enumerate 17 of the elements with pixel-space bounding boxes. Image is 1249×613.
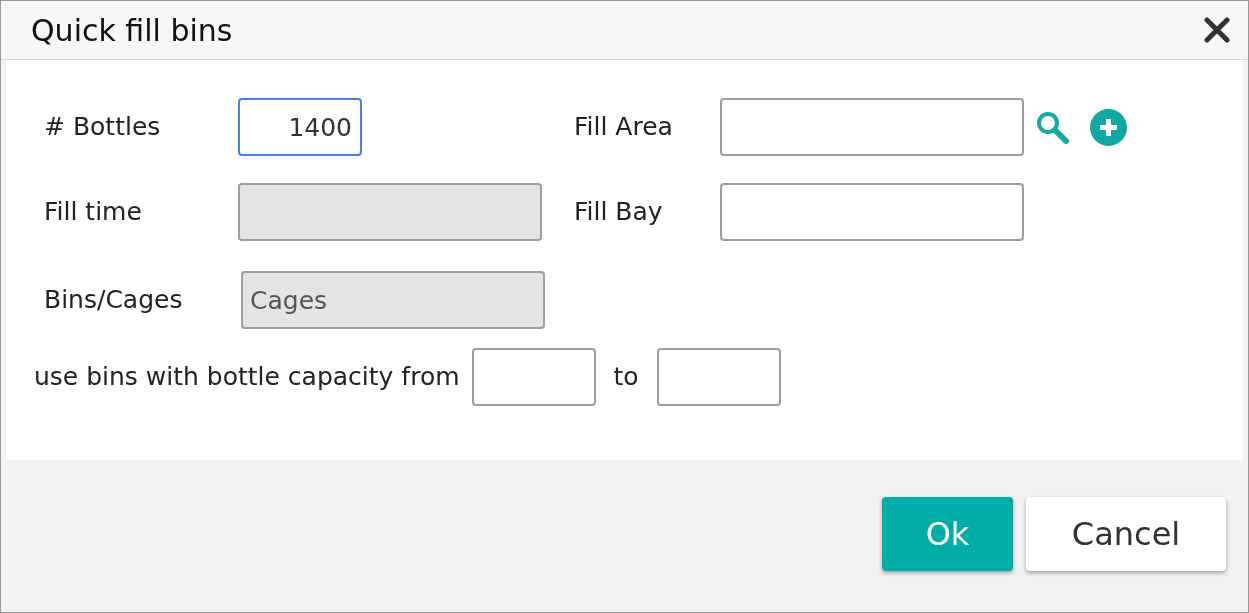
search-icon[interactable]	[1035, 110, 1069, 144]
input-field[interactable]	[720, 183, 1024, 241]
input-field[interactable]	[720, 98, 1024, 156]
input-field[interactable]: 1400	[238, 98, 362, 156]
field-label: Bins/Cages	[44, 284, 184, 317]
field-label: # Bottles	[44, 111, 162, 144]
cancel-button[interactable]: Cancel	[1026, 497, 1226, 571]
close-icon[interactable]	[1204, 17, 1230, 43]
field-label: Fill Area	[574, 111, 674, 144]
field-label: use bins with bottle capacity from	[34, 361, 460, 394]
field-label: Fill time	[44, 196, 143, 229]
add-icon[interactable]	[1090, 108, 1127, 146]
input-field[interactable]	[471, 348, 596, 406]
dialog-title: Quick fill bins	[31, 11, 233, 50]
field-label: Fill Bay	[574, 196, 664, 229]
field-label: to	[613, 361, 639, 394]
input-field[interactable]	[656, 348, 781, 406]
